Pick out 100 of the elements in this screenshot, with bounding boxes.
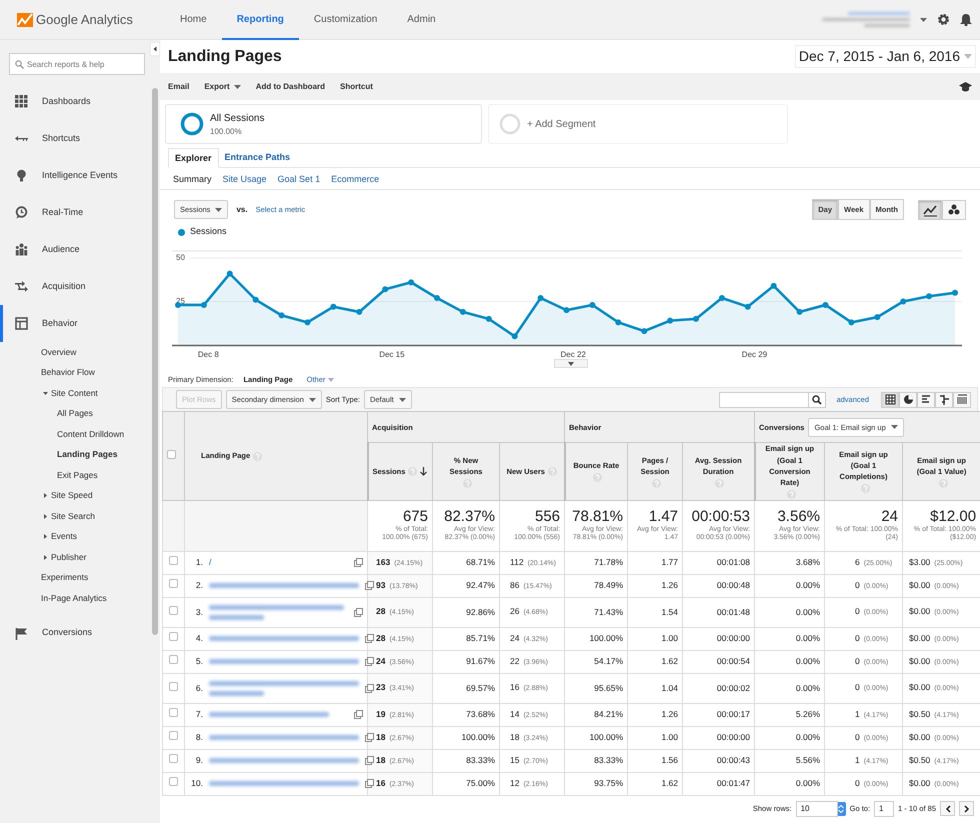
- nav-tab[interactable]: Home: [165, 0, 222, 40]
- caret-right-icon[interactable]: [43, 534, 48, 540]
- caret-right-icon[interactable]: [43, 493, 48, 498]
- report-subtab[interactable]: Goal Set 1: [278, 173, 320, 184]
- checkbox[interactable]: [169, 754, 178, 764]
- sidebar-subitem[interactable]: Behavior Flow: [41, 366, 95, 380]
- action-link[interactable]: Export: [204, 80, 241, 92]
- motion-chart-button[interactable]: [942, 200, 966, 220]
- previous-page-button[interactable]: [940, 801, 955, 816]
- table-cell: 00:00:17: [716, 709, 750, 720]
- report-tab[interactable]: Entrance Paths: [218, 148, 296, 167]
- go-to-field[interactable]: 1: [874, 800, 894, 816]
- table-cell: 83.33%: [466, 755, 495, 766]
- sidebar-subitem[interactable]: Site Speed: [51, 489, 93, 502]
- view-button[interactable]: [881, 392, 899, 408]
- checkbox[interactable]: [167, 450, 176, 459]
- collapse-icon[interactable]: [150, 42, 160, 56]
- action-link[interactable]: Shortcut: [340, 80, 373, 92]
- view-button[interactable]: [953, 392, 971, 408]
- sidebar-item[interactable]: Acquisition: [0, 268, 150, 305]
- segment-share: 100.00%: [210, 126, 243, 138]
- caret-icon: [234, 84, 241, 88]
- table-cell: 95.65%: [594, 682, 624, 693]
- search-field[interactable]: Search reports & help: [9, 53, 145, 75]
- bell-icon[interactable]: [960, 13, 972, 26]
- report-subtab[interactable]: Ecommerce: [331, 173, 380, 184]
- next-page-button[interactable]: [959, 801, 974, 816]
- sidebar-subitem[interactable]: All Pages: [57, 407, 93, 420]
- table-cell: 75.00%: [466, 778, 495, 788]
- view-button[interactable]: [935, 392, 953, 408]
- checkbox[interactable]: [169, 682, 178, 691]
- checkbox[interactable]: [169, 655, 178, 664]
- nav-tab[interactable]: Customization: [298, 0, 392, 40]
- row-number: 9.: [194, 754, 203, 767]
- graduation-cap-icon[interactable]: [959, 82, 972, 92]
- rows-per-page-field[interactable]: 10: [796, 800, 838, 816]
- table-cell: 00:01:48: [716, 606, 750, 617]
- nav-tab[interactable]: Reporting: [222, 0, 299, 40]
- checkbox[interactable]: [169, 579, 178, 588]
- settings-icon[interactable]: [937, 13, 950, 26]
- sidebar-subitem[interactable]: Events: [51, 530, 77, 544]
- x-tick-label: Dec 29: [742, 350, 768, 359]
- sidebar-subitem[interactable]: Overview: [41, 346, 76, 359]
- caret-icon: [398, 398, 406, 402]
- sidebar-item[interactable]: Audience: [0, 231, 150, 268]
- nav-tab[interactable]: Admin: [392, 0, 451, 40]
- sidebar-subitem[interactable]: In-Page Analytics: [41, 592, 107, 605]
- legend-label: Sessions: [190, 225, 227, 238]
- sidebar-item[interactable]: Dashboards: [0, 83, 150, 120]
- caret-icon: [308, 398, 316, 402]
- table-cell: 0.00%: [796, 606, 820, 617]
- sidebar-item[interactable]: Real-Time: [0, 194, 150, 231]
- sidebar-subitem[interactable]: Exit Pages: [57, 468, 98, 482]
- checkbox[interactable]: [169, 606, 178, 615]
- view-button[interactable]: [899, 392, 917, 408]
- chevron-left-icon[interactable]: [944, 804, 950, 812]
- table-cell: $0.00: [909, 778, 930, 788]
- open-window-icon[interactable]: [354, 710, 363, 719]
- expand-chart-button[interactable]: [554, 359, 588, 368]
- open-window-icon[interactable]: [354, 608, 363, 616]
- sidebar-subitem[interactable]: Site Content: [51, 386, 98, 400]
- view-button[interactable]: [917, 392, 935, 408]
- sidebar-subitem[interactable]: Content Drilldown: [57, 428, 124, 441]
- report-subtab[interactable]: Site Usage: [222, 173, 267, 184]
- action-link[interactable]: Email: [168, 80, 190, 92]
- sidebar-item[interactable]: Intelligence Events: [0, 157, 150, 194]
- chevron-right-icon[interactable]: [964, 804, 970, 812]
- help-icon: [938, 478, 948, 488]
- sidebar-subitem[interactable]: Landing Pages: [57, 448, 118, 462]
- bars-view-icon: [920, 394, 932, 406]
- scrollbar-thumb[interactable]: [152, 88, 158, 635]
- caret-right-icon[interactable]: [43, 514, 48, 519]
- sidebar-label: Conversions: [42, 626, 92, 640]
- table-search-field[interactable]: [719, 392, 810, 408]
- add-segment-card[interactable]: + Add Segment: [488, 104, 788, 144]
- checkbox[interactable]: [169, 556, 178, 566]
- sidebar-item[interactable]: Conversions: [0, 614, 150, 652]
- table-cell: 0: [855, 778, 860, 788]
- report-subtab[interactable]: Summary: [173, 173, 212, 184]
- data-point: [460, 308, 466, 315]
- sidebar-item[interactable]: Shortcuts: [0, 120, 150, 157]
- table-cell: 24: [376, 656, 386, 666]
- checkbox[interactable]: [169, 708, 178, 718]
- action-link[interactable]: Add to Dashboard: [256, 80, 326, 92]
- sidebar-subitem[interactable]: Site Search: [51, 510, 95, 523]
- sidebar-subitem[interactable]: Publisher: [51, 550, 86, 564]
- report-tab[interactable]: Explorer: [168, 148, 219, 168]
- page-link[interactable]: /: [209, 556, 348, 569]
- sidebar-subitem[interactable]: Experiments: [41, 571, 88, 584]
- table-cell: $0.00: [909, 656, 930, 666]
- checkbox[interactable]: [169, 632, 178, 642]
- segment-card[interactable]: All Sessions 100.00%: [165, 104, 482, 144]
- data-point: [589, 302, 596, 308]
- checkbox[interactable]: [169, 777, 178, 786]
- total-value: 24: [880, 509, 898, 526]
- checkbox[interactable]: [169, 731, 178, 740]
- open-window-icon[interactable]: [354, 558, 363, 567]
- caret-right-icon[interactable]: [43, 554, 48, 560]
- caret-icon[interactable]: [43, 390, 48, 396]
- line-chart-button[interactable]: [918, 200, 942, 220]
